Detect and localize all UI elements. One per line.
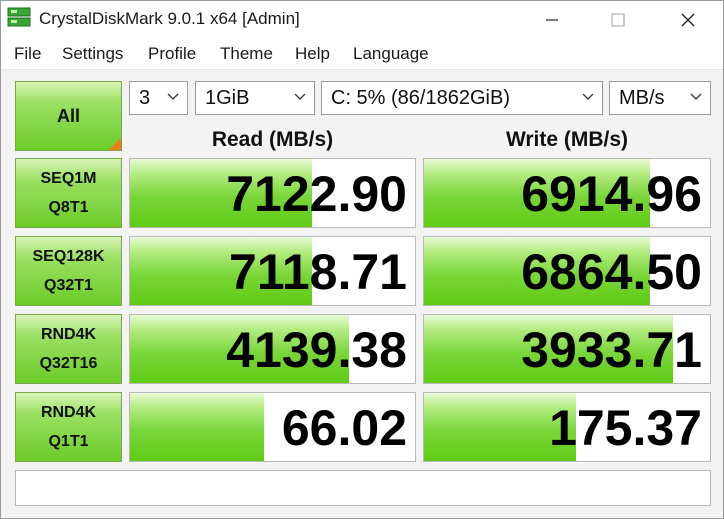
write-result: 6914.96	[423, 158, 711, 228]
title-bar: CrystalDiskMark 9.0.1 x64 [Admin]	[1, 1, 723, 38]
maximize-icon	[611, 13, 625, 27]
minimize-button[interactable]	[529, 1, 575, 38]
test-name: RND4K	[40, 326, 97, 343]
app-disk-icon	[7, 7, 31, 27]
test-seq128k-q32t1-button[interactable]: SEQ128K Q32T1	[15, 236, 122, 306]
write-value: 3933.71	[521, 322, 702, 378]
write-result: 175.37	[423, 392, 711, 462]
unit-value: MB/s	[619, 87, 665, 109]
test-queue: Q32T1	[44, 277, 93, 294]
write-column-header: Write (MB/s)	[505, 128, 629, 151]
all-tests-button[interactable]: All	[15, 81, 122, 151]
test-size-select[interactable]: 1GiB	[195, 81, 315, 115]
chevron-down-icon	[167, 93, 179, 100]
maximize-button[interactable]	[595, 1, 641, 38]
corner-marker	[109, 138, 121, 150]
test-queue: Q8T1	[48, 199, 89, 216]
menu-profile[interactable]: Profile	[148, 44, 196, 64]
test-seq1m-q8t1-button[interactable]: SEQ1M Q8T1	[15, 158, 122, 228]
read-value: 4139.38	[226, 322, 407, 378]
menu-help[interactable]: Help	[295, 44, 330, 64]
menu-theme[interactable]: Theme	[220, 44, 273, 64]
comment-field[interactable]	[15, 470, 711, 506]
test-name: SEQ1M	[40, 170, 97, 187]
write-result: 3933.71	[423, 314, 711, 384]
menu-settings[interactable]: Settings	[62, 44, 123, 64]
write-value: 6914.96	[521, 166, 702, 222]
all-button-label: All	[56, 105, 80, 126]
minimize-icon	[546, 19, 558, 21]
chevron-down-icon	[294, 93, 306, 100]
read-result: 4139.38	[129, 314, 416, 384]
test-queue: Q32T16	[39, 355, 98, 372]
menu-language[interactable]: Language	[353, 44, 429, 64]
window-title: CrystalDiskMark 9.0.1 x64 [Admin]	[39, 9, 300, 28]
read-column-header: Read (MB/s)	[211, 128, 334, 151]
drive-select[interactable]: C: 5% (86/1862GiB)	[321, 81, 603, 115]
read-result: 7118.71	[129, 236, 416, 306]
chevron-down-icon	[690, 93, 702, 100]
read-result: 66.02	[129, 392, 416, 462]
test-name: SEQ128K	[32, 248, 105, 265]
read-value: 7118.71	[229, 244, 407, 300]
test-rnd4k-q32t16-button[interactable]: RND4K Q32T16	[15, 314, 122, 384]
menu-bar: File Settings Profile Theme Help Languag…	[1, 38, 723, 70]
unit-select[interactable]: MB/s	[609, 81, 711, 115]
drive-value: C: 5% (86/1862GiB)	[331, 87, 510, 109]
app-window: CrystalDiskMark 9.0.1 x64 [Admin] File S…	[0, 0, 724, 519]
test-name: RND4K	[40, 404, 97, 421]
test-count-value: 3	[139, 87, 151, 109]
test-count-select[interactable]: 3	[129, 81, 188, 115]
chevron-down-icon	[582, 93, 594, 100]
test-rnd4k-q1t1-button[interactable]: RND4K Q1T1	[15, 392, 122, 462]
write-value: 175.37	[549, 400, 702, 456]
test-size-value: 1GiB	[205, 87, 250, 109]
write-value: 6864.50	[521, 244, 702, 300]
close-button[interactable]	[665, 1, 711, 38]
menu-file[interactable]: File	[14, 44, 41, 64]
read-result: 7122.90	[129, 158, 416, 228]
test-queue: Q1T1	[48, 433, 89, 450]
read-value: 66.02	[281, 400, 407, 456]
read-bar	[130, 393, 264, 461]
close-icon	[681, 13, 695, 27]
write-result: 6864.50	[423, 236, 711, 306]
read-value: 7122.90	[226, 166, 407, 222]
